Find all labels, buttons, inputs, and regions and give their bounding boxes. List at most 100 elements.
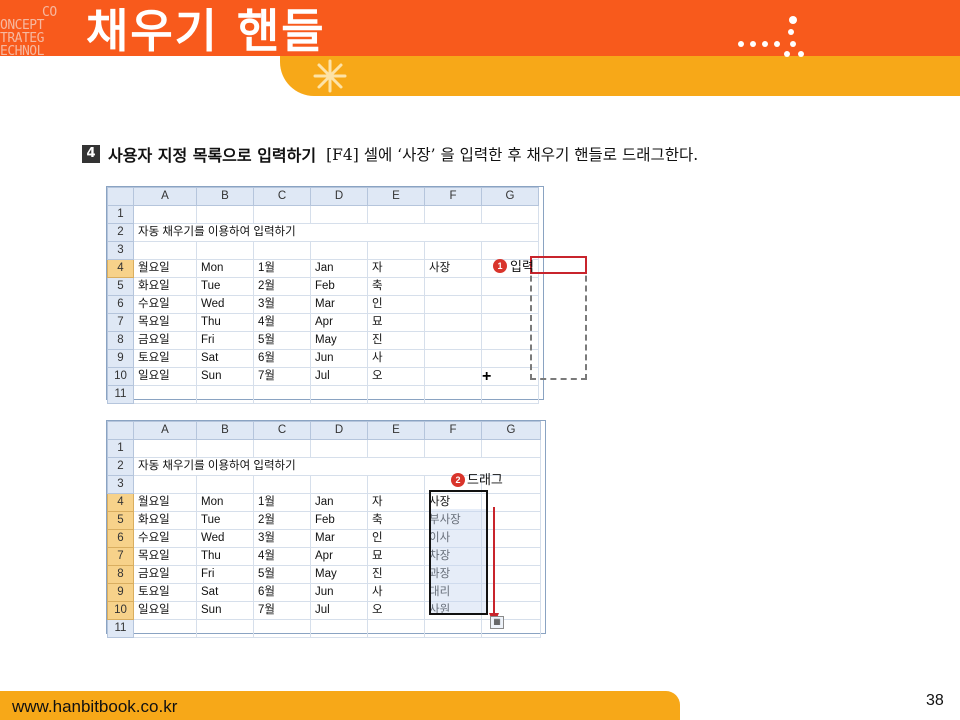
cell[interactable]: 5월: [253, 331, 311, 350]
cell[interactable]: Tue: [196, 511, 254, 530]
row-header[interactable]: 5: [107, 511, 134, 530]
cell[interactable]: Fri: [196, 565, 254, 584]
cell[interactable]: [253, 439, 311, 458]
cell[interactable]: [196, 241, 254, 260]
cell[interactable]: [253, 205, 311, 224]
cell[interactable]: [481, 385, 539, 404]
row-header[interactable]: 3: [107, 241, 134, 260]
cell[interactable]: [367, 619, 425, 638]
cell[interactable]: [133, 205, 197, 224]
cell[interactable]: 자: [367, 259, 425, 278]
cell[interactable]: [424, 349, 482, 368]
column-header-c[interactable]: C: [253, 187, 311, 206]
row-header[interactable]: 3: [107, 475, 134, 494]
cell[interactable]: 축: [367, 277, 425, 296]
cell[interactable]: [367, 205, 425, 224]
cell[interactable]: [310, 241, 368, 260]
cell[interactable]: Thu: [196, 313, 254, 332]
cell[interactable]: 5월: [253, 565, 311, 584]
cell[interactable]: 사: [367, 349, 425, 368]
select-all-corner[interactable]: [107, 187, 134, 206]
cell[interactable]: [133, 241, 197, 260]
row-header[interactable]: 8: [107, 331, 134, 350]
column-header-d[interactable]: D: [310, 421, 368, 440]
cell[interactable]: 2월: [253, 277, 311, 296]
row-header[interactable]: 8: [107, 565, 134, 584]
cell[interactable]: [367, 475, 425, 494]
cell[interactable]: 진: [367, 565, 425, 584]
row-header[interactable]: 10: [107, 601, 134, 620]
cell-f4[interactable]: 사장: [424, 259, 482, 278]
cell[interactable]: Sat: [196, 583, 254, 602]
cell[interactable]: [424, 241, 482, 260]
cell[interactable]: 일요일: [133, 601, 197, 620]
cell[interactable]: [133, 439, 197, 458]
cell[interactable]: 인: [367, 295, 425, 314]
cell[interactable]: [424, 205, 482, 224]
cell[interactable]: [367, 241, 425, 260]
row-header[interactable]: 4: [107, 493, 134, 512]
cell[interactable]: 일요일: [133, 367, 197, 386]
cell[interactable]: May: [310, 565, 368, 584]
cell[interactable]: [310, 439, 368, 458]
cell[interactable]: 진: [367, 331, 425, 350]
row-header[interactable]: 11: [107, 385, 134, 404]
row-header[interactable]: 9: [107, 583, 134, 602]
column-header-d[interactable]: D: [310, 187, 368, 206]
column-header-g[interactable]: G: [481, 187, 539, 206]
cell[interactable]: Tue: [196, 277, 254, 296]
cell[interactable]: [424, 385, 482, 404]
cell[interactable]: Sun: [196, 601, 254, 620]
cell[interactable]: Mon: [196, 259, 254, 278]
cell[interactable]: [424, 619, 482, 638]
cell[interactable]: 3월: [253, 529, 311, 548]
cell[interactable]: 4월: [253, 547, 311, 566]
row-header[interactable]: 9: [107, 349, 134, 368]
cell[interactable]: 토요일: [133, 349, 197, 368]
cell[interactable]: 화요일: [133, 277, 197, 296]
cell[interactable]: Jan: [310, 259, 368, 278]
row-header[interactable]: 2: [107, 223, 134, 242]
cell[interactable]: Mar: [310, 295, 368, 314]
cell[interactable]: 인: [367, 529, 425, 548]
column-header-f[interactable]: F: [424, 421, 482, 440]
cell[interactable]: 6월: [253, 583, 311, 602]
column-header-b[interactable]: B: [196, 187, 254, 206]
cell[interactable]: [253, 241, 311, 260]
column-header-c[interactable]: C: [253, 421, 311, 440]
cell[interactable]: 7월: [253, 601, 311, 620]
footer-link[interactable]: www.hanbitbook.co.kr: [12, 697, 177, 717]
cell[interactable]: 1월: [253, 493, 311, 512]
cell[interactable]: [310, 619, 368, 638]
cell[interactable]: 축: [367, 511, 425, 530]
cell[interactable]: Wed: [196, 295, 254, 314]
cell[interactable]: 자: [367, 493, 425, 512]
cell[interactable]: [481, 205, 539, 224]
row-header[interactable]: 5: [107, 277, 134, 296]
cell[interactable]: 수요일: [133, 529, 197, 548]
cell[interactable]: [253, 475, 311, 494]
cell[interactable]: [133, 385, 197, 404]
cell[interactable]: 금요일: [133, 565, 197, 584]
cell[interactable]: [196, 619, 254, 638]
cell[interactable]: [310, 205, 368, 224]
row-header[interactable]: 2: [107, 457, 134, 476]
cell[interactable]: [133, 619, 197, 638]
cell[interactable]: 6월: [253, 349, 311, 368]
cell[interactable]: 묘: [367, 313, 425, 332]
cell[interactable]: [253, 385, 311, 404]
cell[interactable]: [424, 295, 482, 314]
cell[interactable]: [367, 385, 425, 404]
cell[interactable]: [133, 475, 197, 494]
cell[interactable]: [424, 277, 482, 296]
column-header-g[interactable]: G: [481, 421, 541, 440]
cell[interactable]: Fri: [196, 331, 254, 350]
cell[interactable]: 오: [367, 367, 425, 386]
cell[interactable]: [196, 205, 254, 224]
cell[interactable]: [253, 619, 311, 638]
cell[interactable]: Jun: [310, 349, 368, 368]
row-header[interactable]: 10: [107, 367, 134, 386]
cell[interactable]: [196, 475, 254, 494]
cell[interactable]: Apr: [310, 547, 368, 566]
cell[interactable]: [367, 439, 425, 458]
